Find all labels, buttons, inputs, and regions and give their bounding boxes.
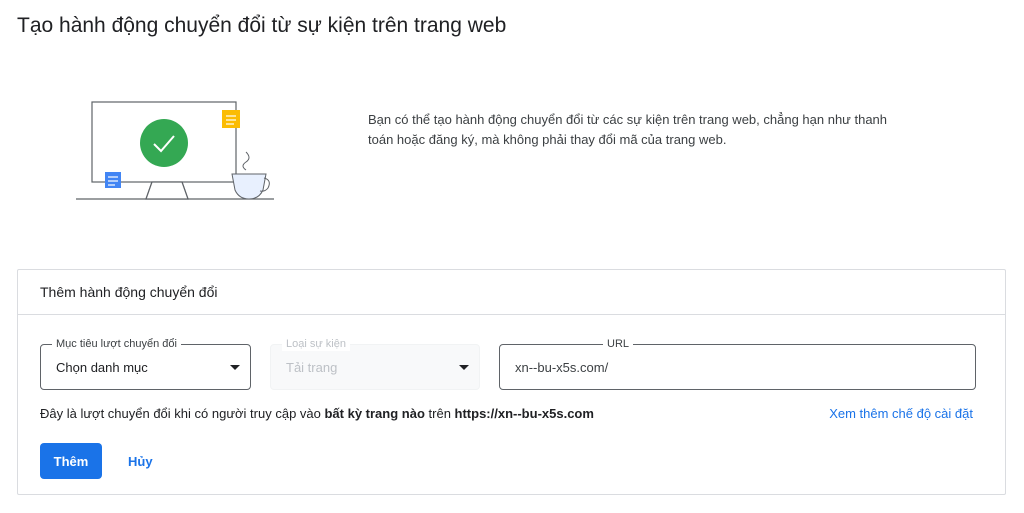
info-prefix: Đây là lượt chuyển đổi khi có người truy… [40, 406, 325, 421]
monitor-illustration [76, 101, 274, 200]
more-settings-link[interactable]: Xem thêm chế độ cài đặt [829, 406, 973, 421]
caret-down-icon [230, 365, 240, 370]
check-circle-icon [140, 119, 188, 167]
event-type-value: Tải trang [286, 360, 338, 375]
event-type-label: Loại sự kiện [282, 337, 350, 351]
hero-description: Bạn có thể tạo hành động chuyển đổi từ c… [368, 110, 928, 150]
cancel-button[interactable]: Hủy [116, 443, 165, 479]
page-title: Tạo hành động chuyển đổi từ sự kiện trên… [17, 14, 507, 37]
conversion-goal-value: Chọn danh mục [56, 360, 148, 375]
conversion-goal-label: Mục tiêu lượt chuyển đổi [52, 337, 181, 351]
conversion-goal-select[interactable]: Mục tiêu lượt chuyển đổi Chọn danh mục [40, 337, 251, 390]
event-type-select: Loại sự kiện Tải trang [270, 337, 480, 390]
sticky-note-icon [222, 110, 240, 128]
url-field[interactable]: URL xn--bu-x5s.com/ [499, 337, 976, 390]
note-icon [105, 172, 121, 188]
add-conversion-card: Thêm hành động chuyển đổi Mục tiêu lượt … [17, 269, 1006, 495]
url-label: URL [603, 337, 634, 351]
card-title: Thêm hành động chuyển đổi [18, 270, 1005, 315]
hero-description-line-2: toán hoặc đăng ký, mà không phải thay đổ… [368, 132, 727, 147]
add-button[interactable]: Thêm [40, 443, 102, 479]
info-middle: trên [424, 406, 455, 421]
url-value: xn--bu-x5s.com/ [515, 360, 609, 375]
info-url: https://xn--bu-x5s.com [454, 406, 594, 421]
caret-down-icon [459, 365, 469, 370]
conversion-info-text: Đây là lượt chuyển đổi khi có người truy… [40, 406, 594, 421]
info-emphasis: bất kỳ trang nào [324, 406, 425, 421]
cup-icon [231, 173, 267, 200]
hero-description-line-1: Bạn có thể tạo hành động chuyển đổi từ c… [368, 112, 888, 127]
